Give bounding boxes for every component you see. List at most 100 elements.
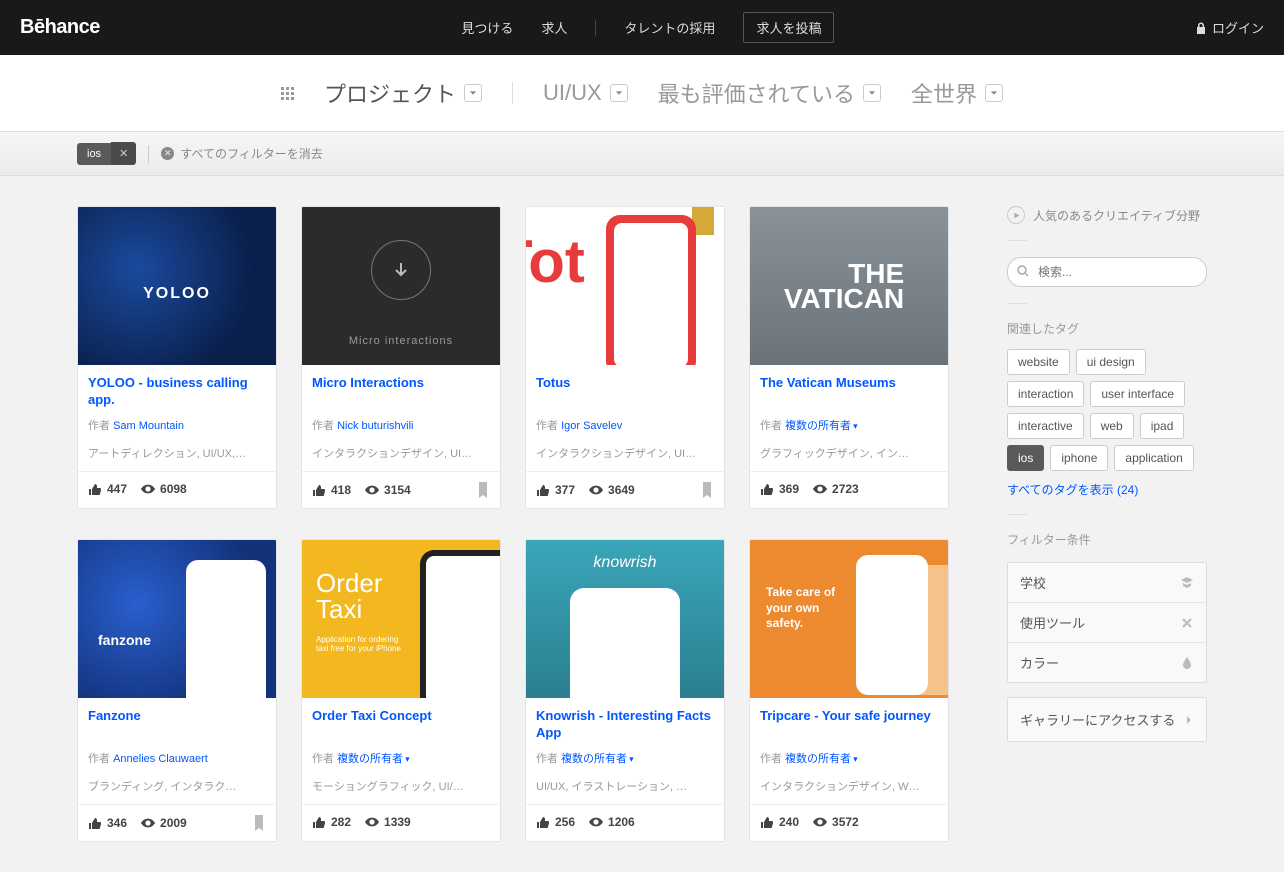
refine-tools[interactable]: 使用ツール: [1008, 603, 1206, 643]
chevron-down-icon: [610, 84, 628, 102]
project-title[interactable]: Knowrish - Interesting Facts App: [536, 708, 714, 742]
refine-label: フィルター条件: [1007, 531, 1207, 548]
project-byline: 作者 複数の所有者▾: [760, 750, 938, 766]
divider: [1007, 240, 1027, 241]
school-icon: [1180, 576, 1194, 590]
gallery-access-button[interactable]: ギャラリーにアクセスする: [1007, 697, 1207, 742]
filter-field-label: UI/UX: [543, 80, 602, 106]
project-author-link[interactable]: Igor Savelev: [561, 420, 622, 432]
nav-separator: [595, 20, 596, 36]
project-title[interactable]: YOLOO - business calling app.: [88, 375, 266, 409]
feature-flag-icon: [700, 482, 714, 498]
login-label: ログイン: [1212, 18, 1264, 37]
related-tag[interactable]: user interface: [1090, 381, 1185, 407]
project-author-link[interactable]: 複数の所有者: [337, 753, 403, 765]
divider: [1007, 303, 1027, 304]
project-byline: 作者 Nick buturishvili: [312, 417, 490, 433]
filter-separator: [512, 82, 513, 104]
project-byline: 作者 Igor Savelev: [536, 417, 714, 433]
filter-sort[interactable]: 最も評価されている: [658, 77, 881, 109]
filter-region[interactable]: 全世界: [911, 77, 1003, 109]
project-thumbnail[interactable]: Micro interactions: [302, 207, 500, 365]
clear-all-filters[interactable]: ✕ すべてのフィルターを消去: [161, 145, 322, 162]
likes-stat: 282: [312, 815, 351, 829]
project-stats: 377 3649: [526, 471, 724, 508]
related-tag[interactable]: ipad: [1140, 413, 1185, 439]
related-tag[interactable]: interactive: [1007, 413, 1084, 439]
project-author-link[interactable]: Annelies Clauwaert: [113, 753, 208, 765]
login-button[interactable]: ログイン: [1196, 18, 1264, 37]
related-tag[interactable]: application: [1114, 445, 1193, 471]
project-author-link[interactable]: Nick buturishvili: [337, 420, 413, 432]
project-author-link[interactable]: Sam Mountain: [113, 420, 184, 432]
play-circle-icon: [1007, 206, 1025, 224]
droplet-icon: [1180, 656, 1194, 670]
active-filter-bar: ios ✕ ✕ すべてのフィルターを消去: [0, 132, 1284, 176]
project-thumbnail[interactable]: THEVATICAN: [750, 207, 948, 365]
nav-discover[interactable]: 見つける: [461, 18, 513, 37]
likes-stat: 369: [760, 482, 799, 496]
chevron-down-icon: ▾: [405, 754, 410, 764]
project-card: Fanzone 作者 Annelies Clauwaert ブランディング, イ…: [77, 539, 277, 842]
filter-region-label: 全世界: [911, 77, 977, 109]
project-stats: 447 6098: [78, 471, 276, 506]
project-title[interactable]: Tripcare - Your safe journey: [760, 708, 938, 742]
refine-school[interactable]: 学校: [1008, 563, 1206, 603]
likes-stat: 418: [312, 483, 351, 497]
project-title[interactable]: Order Taxi Concept: [312, 708, 490, 742]
project-title[interactable]: Micro Interactions: [312, 375, 490, 409]
project-stats: 369 2723: [750, 471, 948, 506]
related-tag[interactable]: website: [1007, 349, 1070, 375]
filter-sort-label: 最も評価されている: [658, 77, 855, 109]
filter-field[interactable]: UI/UX: [543, 80, 628, 106]
project-thumbnail[interactable]: [526, 540, 724, 698]
related-tag[interactable]: ui design: [1076, 349, 1146, 375]
views-stat: 1206: [589, 815, 635, 829]
project-title[interactable]: The Vatican Museums: [760, 375, 938, 409]
logo[interactable]: Bēhance: [20, 16, 100, 39]
project-thumbnail[interactable]: [78, 540, 276, 698]
filter-projects[interactable]: プロジェクト: [324, 77, 482, 109]
feature-flag-icon: [476, 482, 490, 498]
popular-fields-label: 人気のあるクリエイティブ分野: [1033, 207, 1200, 224]
related-tag[interactable]: web: [1090, 413, 1134, 439]
views-stat: 2723: [813, 482, 859, 496]
likes-stat: 240: [760, 815, 799, 829]
tools-icon: [1180, 616, 1194, 630]
popular-fields-link[interactable]: 人気のあるクリエイティブ分野: [1007, 206, 1207, 224]
views-stat: 2009: [141, 816, 187, 830]
refine-color[interactable]: カラー: [1008, 643, 1206, 682]
search-input[interactable]: [1007, 257, 1207, 287]
project-card: OrderTaxiApplication for ordering taxi f…: [301, 539, 501, 842]
project-title[interactable]: Fanzone: [88, 708, 266, 742]
project-categories: インタラクションデザイン, W…: [760, 778, 938, 794]
project-author-link[interactable]: 複数の所有者: [785, 753, 851, 765]
refine-color-label: カラー: [1020, 653, 1059, 672]
top-nav-center: 見つける 求人 タレントの採用 求人を投稿: [100, 12, 1196, 43]
project-author-link[interactable]: 複数の所有者: [785, 420, 851, 432]
project-title[interactable]: Totus: [536, 375, 714, 409]
related-tag[interactable]: iphone: [1050, 445, 1108, 471]
related-tag[interactable]: interaction: [1007, 381, 1084, 407]
active-tag-label: ios: [77, 143, 111, 165]
filter-bar: プロジェクト UI/UX 最も評価されている 全世界: [0, 55, 1284, 132]
project-author-link[interactable]: 複数の所有者: [561, 753, 627, 765]
gallery-access-label: ギャラリーにアクセスする: [1020, 710, 1175, 729]
related-tag[interactable]: ios: [1007, 445, 1044, 471]
project-card: YOLOO - business calling app. 作者 Sam Mou…: [77, 206, 277, 509]
project-thumbnail[interactable]: [78, 207, 276, 365]
nav-hire[interactable]: タレントの採用: [624, 18, 715, 37]
chevron-down-icon: ▾: [629, 754, 634, 764]
project-thumbnail[interactable]: Tot: [526, 207, 724, 365]
show-all-tags[interactable]: すべてのタグを表示 (24): [1007, 481, 1207, 498]
project-thumbnail[interactable]: Take care of your own safety.: [750, 540, 948, 698]
nav-jobs[interactable]: 求人: [541, 18, 567, 37]
remove-tag-button[interactable]: ✕: [111, 142, 136, 165]
post-job-button[interactable]: 求人を投稿: [743, 12, 834, 43]
filter-projects-label: プロジェクト: [324, 77, 456, 109]
divider: [1007, 514, 1027, 515]
likes-stat: 346: [88, 816, 127, 830]
chevron-down-icon: [863, 84, 881, 102]
chevron-down-icon: ▾: [853, 421, 858, 431]
project-thumbnail[interactable]: OrderTaxiApplication for ordering taxi f…: [302, 540, 500, 698]
